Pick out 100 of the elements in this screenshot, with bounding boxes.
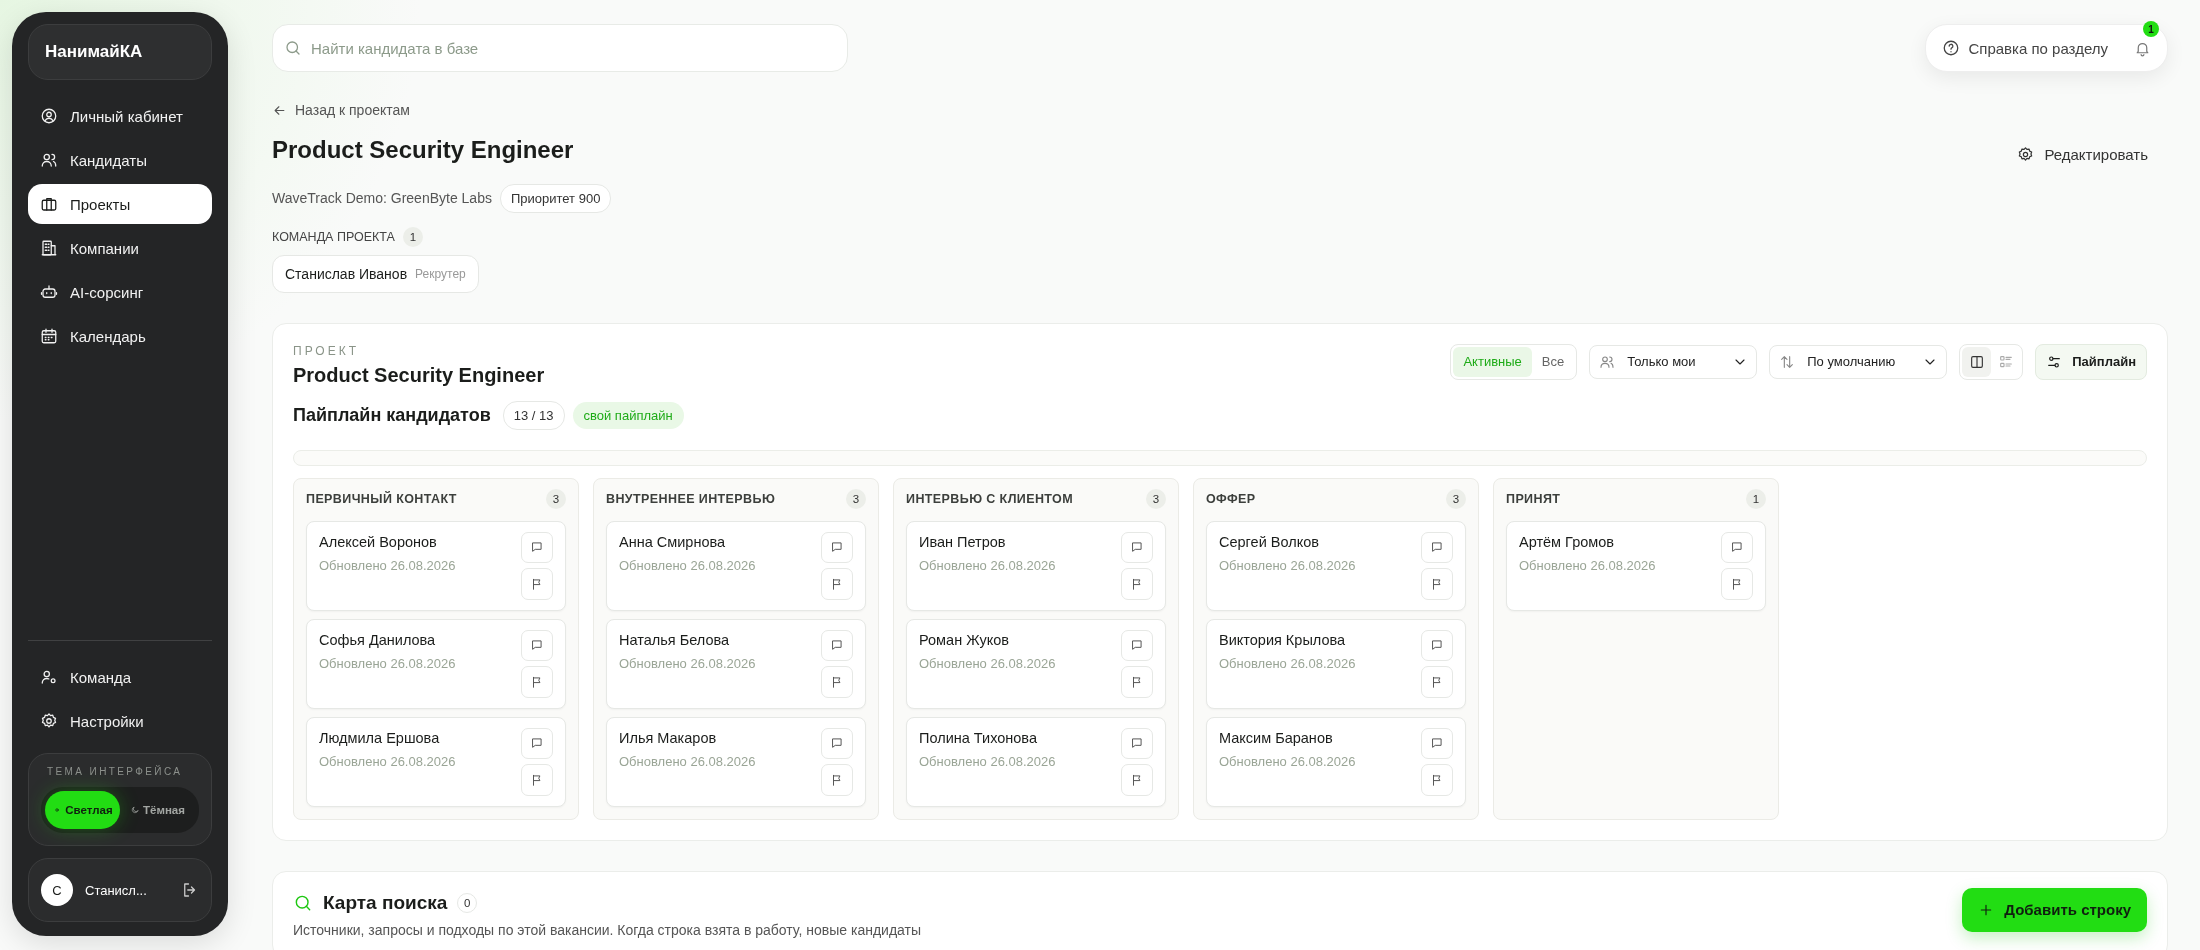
columns-view-button[interactable] bbox=[1962, 346, 1992, 377]
updated-date: Обновлено 26.08.2026 bbox=[919, 655, 1056, 671]
team-member-card[interactable]: Станислав Иванов Рекрутер bbox=[272, 254, 479, 293]
comment-button[interactable] bbox=[1421, 727, 1453, 759]
candidate-card[interactable]: Виктория Крылова Обновлено 26.08.2026 bbox=[1206, 618, 1466, 709]
user-gear-icon bbox=[40, 668, 58, 686]
candidate-card[interactable]: Иван Петров Обновлено 26.08.2026 bbox=[906, 520, 1166, 611]
edit-button[interactable]: Редактировать bbox=[2017, 146, 2148, 163]
help-icon bbox=[1942, 39, 1961, 57]
flag-button[interactable] bbox=[821, 764, 853, 796]
flag-button[interactable] bbox=[521, 666, 553, 698]
robot-icon bbox=[40, 283, 58, 301]
search-field[interactable]: Найти кандидата в базе bbox=[272, 24, 848, 72]
candidate-name: Сергей Волков bbox=[1219, 533, 1320, 550]
users-icon bbox=[40, 151, 58, 169]
member-name: Станислав Иванов bbox=[285, 265, 408, 282]
comment-button[interactable] bbox=[521, 727, 553, 759]
comment-icon bbox=[830, 638, 844, 653]
comment-icon bbox=[530, 736, 544, 751]
nav-item[interactable]: Личный кабинет bbox=[28, 96, 212, 136]
comment-button[interactable] bbox=[821, 629, 853, 661]
nav-item[interactable]: Проекты bbox=[28, 184, 212, 224]
column-title: ОФФЕР bbox=[1206, 491, 1256, 506]
comment-button[interactable] bbox=[521, 531, 553, 563]
flag-button[interactable] bbox=[1421, 666, 1453, 698]
updated-date: Обновлено 26.08.2026 bbox=[619, 557, 756, 573]
candidate-card[interactable]: Роман Жуков Обновлено 26.08.2026 bbox=[906, 618, 1166, 709]
comment-button[interactable] bbox=[1121, 531, 1153, 563]
company-name: WaveTrack Demo: GreenByte Labs bbox=[272, 190, 492, 206]
comment-button[interactable] bbox=[1421, 531, 1453, 563]
candidate-card[interactable]: Софья Данилова Обновлено 26.08.2026 bbox=[306, 618, 566, 709]
updated-date: Обновлено 26.08.2026 bbox=[619, 753, 756, 769]
sort-select[interactable]: По умолчанию bbox=[1769, 344, 1948, 379]
candidate-name: Людмила Ершова bbox=[319, 729, 441, 746]
comment-button[interactable] bbox=[1721, 531, 1753, 563]
candidate-card[interactable]: Илья Макаров Обновлено 26.08.2026 bbox=[606, 716, 866, 807]
flag-button[interactable] bbox=[821, 666, 853, 698]
brand-logo[interactable]: НанимайКА bbox=[28, 24, 212, 80]
candidate-card[interactable]: Сергей Волков Обновлено 26.08.2026 bbox=[1206, 520, 1466, 611]
nav-item[interactable]: Настройки bbox=[28, 701, 212, 741]
flag-button[interactable] bbox=[1421, 568, 1453, 600]
candidate-name: Роман Жуков bbox=[919, 631, 1010, 648]
column-count: 3 bbox=[1446, 488, 1466, 509]
flag-button[interactable] bbox=[521, 764, 553, 796]
flag-button[interactable] bbox=[1121, 568, 1153, 600]
theme-option[interactable]: Светлая bbox=[45, 791, 120, 829]
team-count: 1 bbox=[402, 226, 423, 247]
candidate-card[interactable]: Алексей Воронов Обновлено 26.08.2026 bbox=[306, 520, 566, 611]
nav-item[interactable]: Календарь bbox=[28, 316, 212, 356]
nav-item[interactable]: Кандидаты bbox=[28, 140, 212, 180]
flag-icon bbox=[530, 674, 544, 689]
flag-icon bbox=[1430, 576, 1444, 591]
flag-icon bbox=[530, 576, 544, 591]
candidate-card[interactable]: Максим Баранов Обновлено 26.08.2026 bbox=[1206, 716, 1466, 807]
flag-button[interactable] bbox=[521, 568, 553, 600]
comment-button[interactable] bbox=[521, 629, 553, 661]
flag-icon bbox=[830, 674, 844, 689]
column-title: ВНУТРЕННЕЕ ИНТЕРВЬЮ bbox=[606, 491, 776, 506]
comment-icon bbox=[1130, 540, 1144, 555]
updated-date: Обновлено 26.08.2026 bbox=[619, 655, 756, 671]
comment-icon bbox=[1130, 638, 1144, 653]
back-link[interactable]: Назад к проектам bbox=[272, 102, 410, 118]
building-icon bbox=[40, 239, 58, 257]
candidate-card[interactable]: Людмила Ершова Обновлено 26.08.2026 bbox=[306, 716, 566, 807]
flag-button[interactable] bbox=[1121, 764, 1153, 796]
candidate-card[interactable]: Анна Смирнова Обновлено 26.08.2026 bbox=[606, 520, 866, 611]
comment-button[interactable] bbox=[1121, 727, 1153, 759]
comment-icon bbox=[830, 736, 844, 751]
flag-button[interactable] bbox=[1121, 666, 1153, 698]
candidate-name: Артём Громов bbox=[1519, 533, 1616, 550]
comment-button[interactable] bbox=[1421, 629, 1453, 661]
owner-select[interactable]: Только мои bbox=[1589, 344, 1758, 379]
candidate-name: Илья Макаров bbox=[619, 729, 718, 746]
theme-option[interactable]: Тёмная bbox=[120, 791, 195, 829]
column-count: 1 bbox=[1746, 488, 1766, 509]
nav-item[interactable]: Команда bbox=[28, 657, 212, 697]
candidate-name: Наталья Белова bbox=[619, 631, 731, 648]
nav-item[interactable]: Компании bbox=[28, 228, 212, 268]
filter-tab[interactable]: Все bbox=[1531, 346, 1575, 377]
updated-date: Обновлено 26.08.2026 bbox=[1219, 753, 1356, 769]
flag-icon bbox=[530, 772, 544, 787]
flag-button[interactable] bbox=[1721, 568, 1753, 600]
comment-button[interactable] bbox=[821, 531, 853, 563]
updated-date: Обновлено 26.08.2026 bbox=[1219, 557, 1356, 573]
nav-item[interactable]: AI-сорсинг bbox=[28, 272, 212, 312]
project-title: Product Security Engineer bbox=[293, 363, 546, 387]
user-name: Станисл... bbox=[85, 882, 148, 898]
comment-button[interactable] bbox=[821, 727, 853, 759]
flag-button[interactable] bbox=[821, 568, 853, 600]
comment-button[interactable] bbox=[1121, 629, 1153, 661]
candidate-card[interactable]: Полина Тихонова Обновлено 26.08.2026 bbox=[906, 716, 1166, 807]
gear-icon bbox=[40, 712, 58, 730]
candidate-card[interactable]: Артём Громов Обновлено 26.08.2026 bbox=[1506, 520, 1766, 611]
pipeline-settings-button[interactable]: Пайплайн bbox=[2035, 343, 2147, 380]
flag-button[interactable] bbox=[1421, 764, 1453, 796]
help-button[interactable]: Справка по разделу bbox=[1942, 39, 2108, 57]
candidate-name: Полина Тихонова bbox=[919, 729, 1038, 746]
user-avatar[interactable]: С bbox=[41, 874, 73, 906]
candidate-card[interactable]: Наталья Белова Обновлено 26.08.2026 bbox=[606, 618, 866, 709]
add-row-button[interactable]: Добавить строку bbox=[1962, 887, 2147, 932]
